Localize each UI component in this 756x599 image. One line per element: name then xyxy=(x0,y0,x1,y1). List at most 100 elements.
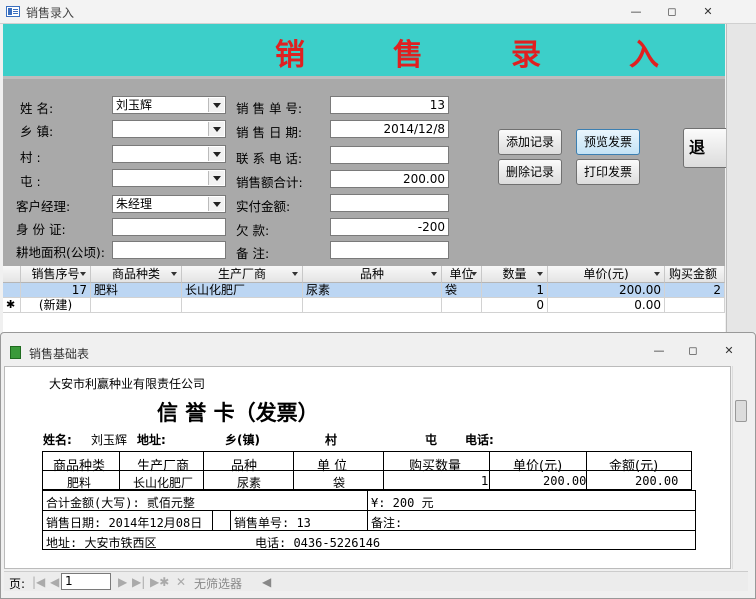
column-header[interactable]: 单价(元) xyxy=(548,266,665,283)
chevron-down-icon[interactable] xyxy=(208,98,224,112)
paid-field[interactable] xyxy=(330,194,449,212)
column-line xyxy=(212,510,213,530)
customer-name: 刘玉辉 xyxy=(91,433,128,447)
column-header-label: 商品种类 xyxy=(111,267,160,281)
report-minimize-button[interactable]: — xyxy=(649,343,669,359)
table-cell[interactable]: 1 xyxy=(482,283,548,298)
new-page-icon[interactable]: ▶✱ xyxy=(150,575,169,589)
sort-arrow-icon[interactable] xyxy=(471,272,477,276)
table-cell[interactable] xyxy=(442,298,482,313)
owed-field[interactable]: -200 xyxy=(330,218,449,236)
preview-invoice-button[interactable]: 预览发票 xyxy=(576,129,640,155)
township-combo[interactable] xyxy=(112,120,226,138)
table-cell[interactable]: 200.00 xyxy=(548,283,665,298)
report-restore-button[interactable]: ◻ xyxy=(683,343,703,359)
table-cell[interactable]: (新建) xyxy=(21,298,91,313)
column-line xyxy=(230,510,231,530)
owed-label: 欠 款: xyxy=(236,223,270,238)
date-field[interactable]: 2014/12/8 xyxy=(330,120,449,138)
scroll-left-icon[interactable]: ◀ xyxy=(262,575,271,589)
row-selector-header[interactable] xyxy=(3,266,21,283)
sort-arrow-icon[interactable] xyxy=(654,272,660,276)
idcard-label: 身 份 证: xyxy=(16,222,66,237)
area-field[interactable] xyxy=(112,241,226,259)
table-cell[interactable]: 0 xyxy=(482,298,548,313)
column-header[interactable]: 购买金额 xyxy=(665,266,725,283)
restore-button[interactable]: ◻ xyxy=(662,4,682,20)
sort-arrow-icon[interactable] xyxy=(292,272,298,276)
manager-combo[interactable]: 朱经理 xyxy=(112,195,226,213)
table-cell[interactable] xyxy=(303,298,442,313)
village-combo[interactable] xyxy=(112,145,226,163)
tun-combo[interactable] xyxy=(112,169,226,187)
sort-arrow-icon[interactable] xyxy=(431,272,437,276)
total-label: 销售额合计: xyxy=(236,175,303,190)
first-page-icon[interactable]: |◀ xyxy=(32,575,45,589)
column-header-label: 单价(元) xyxy=(583,267,629,281)
chevron-down-icon[interactable] xyxy=(208,171,224,185)
sort-arrow-icon[interactable] xyxy=(171,272,177,276)
table-cell[interactable]: 17 xyxy=(21,283,91,298)
chevron-down-icon[interactable] xyxy=(208,122,224,136)
column-header[interactable]: 数量 xyxy=(482,266,548,283)
table-cell[interactable]: 2 xyxy=(665,283,725,298)
table-cell[interactable]: 袋 xyxy=(442,283,482,298)
table-cell[interactable]: 尿素 xyxy=(303,283,442,298)
no-filter-button[interactable]: 无筛选器 xyxy=(194,575,242,592)
report-title: 销售基础表 xyxy=(29,347,90,361)
phone-field[interactable] xyxy=(330,146,449,164)
company-name: 大安市利赢种业有限责任公司 xyxy=(49,377,206,391)
table-header: 品种 xyxy=(231,459,258,474)
column-header[interactable]: 生产厂商 xyxy=(182,266,303,283)
total-in-words: 合计金额(大写): 贰佰元整 xyxy=(46,496,195,510)
page-number-input[interactable]: 1 xyxy=(61,573,111,590)
scrollbar-thumb[interactable] xyxy=(735,400,747,422)
header-char: 录 xyxy=(511,38,541,73)
column-header[interactable]: 销售序号 xyxy=(21,266,91,283)
close-button[interactable]: ✕ xyxy=(698,4,718,20)
column-line xyxy=(489,451,490,490)
table-cell[interactable] xyxy=(665,298,725,313)
chevron-down-icon[interactable] xyxy=(208,147,224,161)
table-cell: 肥料 xyxy=(67,476,92,490)
form-scrollbar[interactable] xyxy=(726,24,756,332)
table-header: 购买数量 xyxy=(409,459,462,474)
minimize-button[interactable]: — xyxy=(626,4,646,20)
table-cell[interactable] xyxy=(182,298,303,313)
name-combo[interactable]: 刘玉辉 xyxy=(112,96,226,114)
next-page-icon[interactable]: ▶ xyxy=(118,575,127,589)
report-close-button[interactable]: ✕ xyxy=(719,343,739,359)
column-header[interactable]: 商品种类 xyxy=(91,266,182,283)
table-cell[interactable] xyxy=(91,298,182,313)
row-selector[interactable] xyxy=(3,283,21,298)
chevron-down-icon[interactable] xyxy=(208,197,224,211)
sort-arrow-icon[interactable] xyxy=(80,272,86,276)
sales-datasheet: 销售序号 商品种类 生产厂商 品种 单位 数量 单价(元) 购买金额 17 肥料… xyxy=(3,266,725,332)
last-page-icon[interactable]: ▶| xyxy=(132,575,145,589)
sort-arrow-icon[interactable] xyxy=(537,272,543,276)
add-record-button[interactable]: 添加记录 xyxy=(498,129,562,155)
remark-field[interactable] xyxy=(330,241,449,259)
table-header: 生产厂商 xyxy=(137,459,190,474)
report-scrollbar[interactable] xyxy=(732,366,748,569)
table-cell[interactable]: 肥料 xyxy=(91,283,182,298)
column-line xyxy=(203,451,204,490)
order-no-label: 销 售 单 号: xyxy=(236,101,303,116)
table-cell[interactable]: 长山化肥厂 xyxy=(182,283,303,298)
delete-record-button[interactable]: 删除记录 xyxy=(498,159,562,185)
header-char: 售 xyxy=(393,38,423,73)
prev-page-icon[interactable]: ◀ xyxy=(50,575,59,589)
print-invoice-button[interactable]: 打印发票 xyxy=(576,159,640,185)
order-no-field[interactable]: 13 xyxy=(330,96,449,114)
idcard-field[interactable] xyxy=(112,218,226,236)
village-label: 村 : xyxy=(20,150,41,165)
column-line xyxy=(367,490,368,530)
total-field[interactable]: 200.00 xyxy=(330,170,449,188)
column-header[interactable]: 单位 xyxy=(442,266,482,283)
new-record-icon[interactable]: ✱ xyxy=(3,298,21,313)
column-header[interactable]: 品种 xyxy=(303,266,442,283)
exit-button[interactable]: 退 xyxy=(683,128,729,168)
table-cell: 200.00 xyxy=(543,474,587,488)
column-header-label: 品种 xyxy=(359,267,384,281)
table-cell[interactable]: 0.00 xyxy=(548,298,665,313)
